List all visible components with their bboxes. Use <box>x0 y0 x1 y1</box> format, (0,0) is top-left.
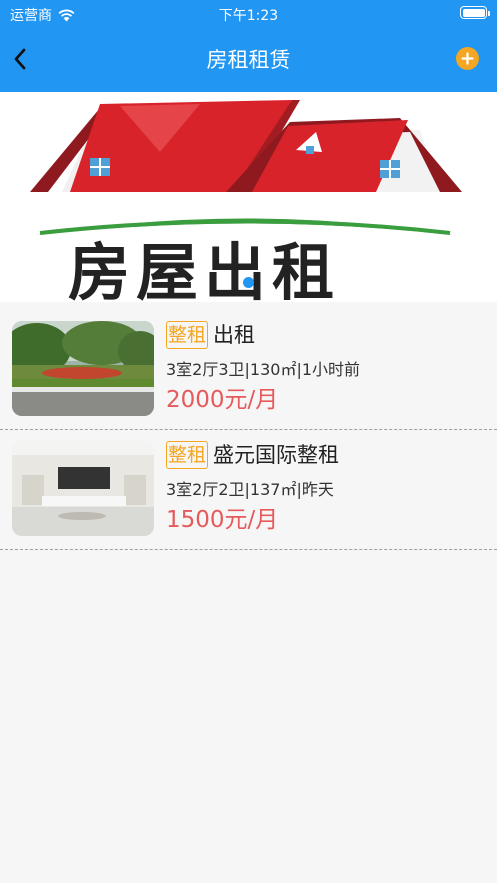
banner[interactable]: 房屋出租 <box>0 92 497 302</box>
status-time: 下午1:23 <box>218 8 279 24</box>
listing-price: 2000元/月 <box>166 387 279 413</box>
add-button[interactable] <box>456 47 479 70</box>
listing-item[interactable]: 整租 出租 3室2厅3卫|130㎡|1小时前 2000元/月 <box>0 310 497 430</box>
listing-details: 3室2厅2卫|137㎡|昨天 <box>166 480 334 499</box>
banner-text: 房屋出租 <box>68 236 341 303</box>
listing-item[interactable]: 整租 盛元国际整租 3室2厅2卫|137㎡|昨天 1500元/月 <box>0 430 497 550</box>
listing-tag: 整租 <box>166 321 209 349</box>
status-bar: 运营商 下午1:23 <box>0 0 497 26</box>
listing-title: 盛元国际整租 <box>213 443 339 467</box>
listing-tag: 整租 <box>166 441 209 469</box>
listing-details: 3室2厅3卫|130㎡|1小时前 <box>166 360 361 379</box>
plus-icon <box>461 52 474 65</box>
listing-list: 整租 出租 3室2厅3卫|130㎡|1小时前 2000元/月 整租 盛元国际整租… <box>0 310 497 550</box>
listing-title: 出租 <box>213 323 255 347</box>
carousel-indicator <box>243 277 254 288</box>
app-header: 运营商 下午1:23 房租租赁 <box>0 0 497 92</box>
page-title: 房租租赁 <box>206 48 291 72</box>
listing-photo-garden <box>12 321 154 416</box>
listing-photo-living-room <box>12 441 154 536</box>
listing-price: 1500元/月 <box>166 507 279 533</box>
battery-icon <box>460 6 490 19</box>
